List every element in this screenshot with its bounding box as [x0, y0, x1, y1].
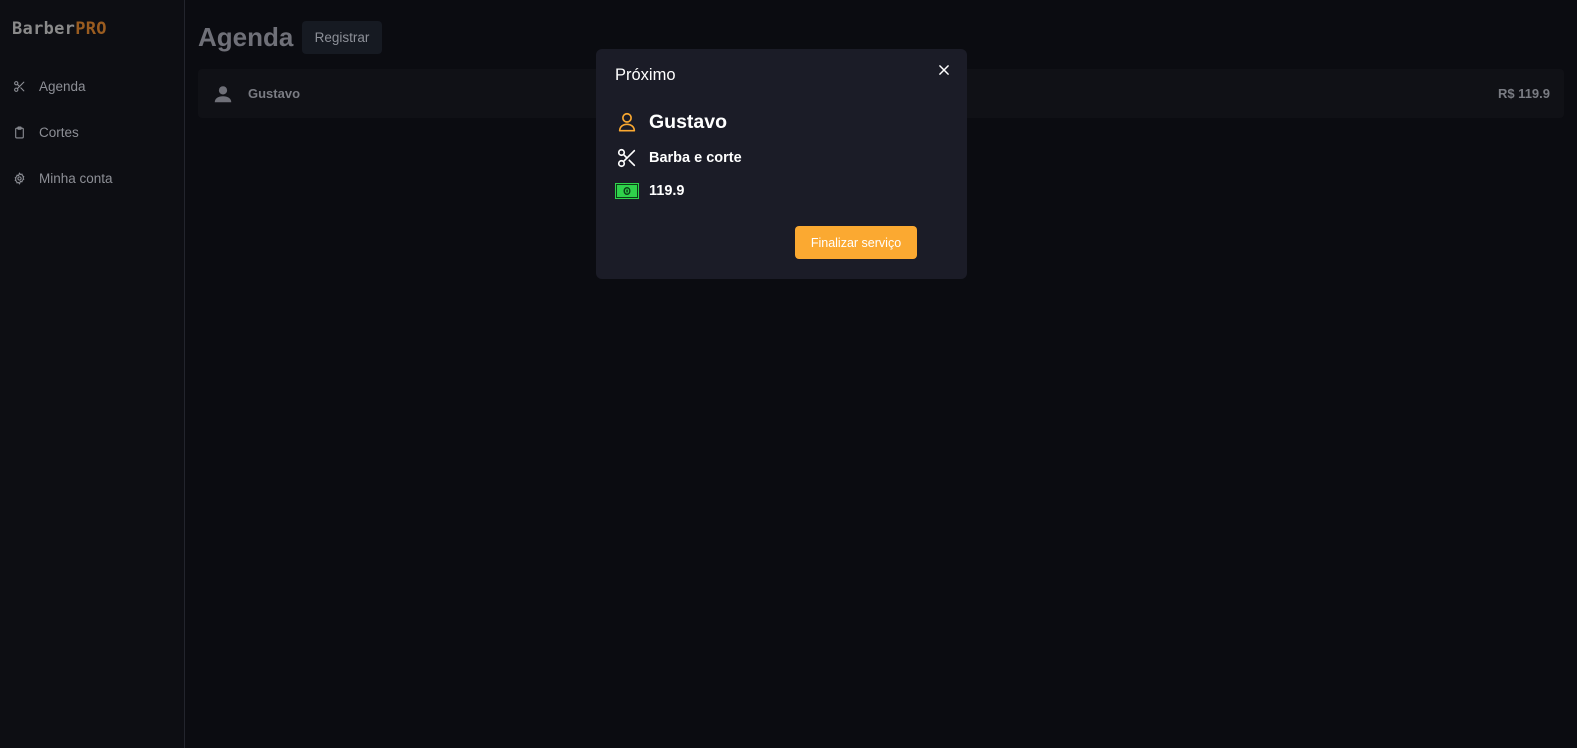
- modal-price-row: 0 119.9: [615, 179, 685, 203]
- sidebar-item-label: Minha conta: [39, 170, 113, 186]
- page-title: Agenda: [198, 22, 294, 52]
- gear-icon: [12, 171, 26, 185]
- appointment-client-name: Gustavo: [248, 86, 301, 101]
- user-icon: [615, 110, 639, 134]
- modal-client-name: Gustavo: [649, 110, 728, 133]
- svg-text:0: 0: [625, 188, 630, 196]
- app: BarberPRO Agenda Cortes Minha conta Agen…: [0, 0, 1577, 748]
- sidebar-item-agenda[interactable]: Agenda: [0, 71, 184, 101]
- modal-client-row: Gustavo: [615, 110, 727, 134]
- logo-text-barber: Barber: [12, 19, 76, 39]
- register-button[interactable]: Registrar: [302, 21, 382, 54]
- modal-price: 119.9: [649, 183, 685, 199]
- sidebar-item-label: Cortes: [39, 124, 79, 140]
- close-icon[interactable]: [935, 61, 953, 79]
- logo[interactable]: BarberPRO: [12, 19, 107, 39]
- sidebar-item-label: Agenda: [39, 78, 86, 94]
- next-appointment-modal: Próximo Gustavo Barba e corte 0 119.9 Fi…: [596, 49, 967, 279]
- logo-text-pro: PRO: [75, 19, 107, 39]
- sidebar: BarberPRO Agenda Cortes Minha conta: [0, 0, 185, 748]
- sidebar-item-cortes[interactable]: Cortes: [0, 117, 184, 147]
- scissors-icon: [615, 146, 639, 170]
- clipboard-icon: [12, 125, 26, 139]
- user-avatar-icon: [212, 83, 234, 105]
- money-icon: 0: [615, 179, 639, 203]
- modal-title: Próximo: [615, 66, 676, 84]
- modal-service-row: Barba e corte: [615, 146, 742, 170]
- modal-service-name: Barba e corte: [649, 150, 742, 166]
- sidebar-item-minha-conta[interactable]: Minha conta: [0, 163, 184, 193]
- finish-service-button[interactable]: Finalizar serviço: [795, 226, 917, 259]
- appointment-price: R$ 119.9: [1497, 86, 1550, 101]
- scissors-icon: [12, 79, 26, 93]
